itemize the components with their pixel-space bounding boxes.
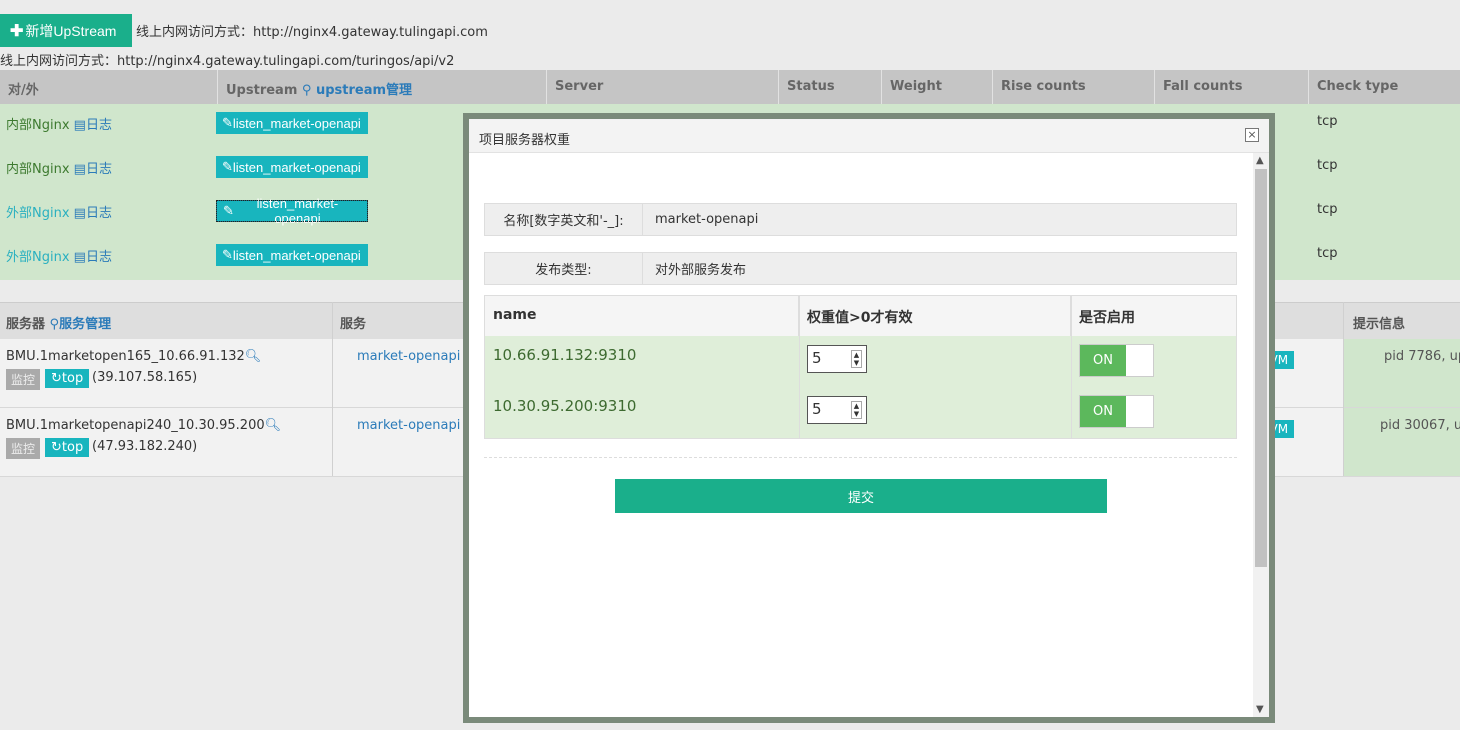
name-field: 名称[数字英文和'-_]: market-openapi [484, 203, 1237, 236]
check-type: tcp [1317, 246, 1338, 261]
server-weight-modal: 项目服务器权重 × 名称[数字英文和'-_]: market-openapi 发… [469, 119, 1269, 717]
list-icon: ▤ [73, 118, 86, 133]
server-address: 10.30.95.200:9310 [493, 397, 637, 415]
col-weight: Weight [882, 70, 993, 104]
col-server: Server [547, 70, 779, 104]
service-link[interactable]: market-openapi [357, 349, 460, 364]
edit-upstream-button[interactable]: ✎ listen_market-openapi [216, 196, 368, 226]
log-link[interactable]: 日志 [86, 206, 112, 221]
check-type: tcp [1317, 202, 1338, 217]
modal-scrollbar[interactable]: ▲ ▼ [1253, 153, 1269, 717]
hint-info: pid 30067, up [1344, 408, 1460, 476]
weight-table: name 权重值>0才有效 是否启用 10.66.91.132:9310 5 ▲ ▼… [484, 295, 1237, 439]
col-check: Check type [1317, 79, 1399, 94]
check-type: tcp [1317, 114, 1338, 129]
access-info-line1: 线上内网访问方式：http://nginx4.gateway.tulingapi… [136, 25, 488, 40]
col-server: 服务器 [6, 317, 46, 332]
name-input[interactable]: market-openapi [643, 204, 758, 235]
stepper-arrows-icon[interactable]: ▲ ▼ [851, 350, 862, 368]
col-rise: Rise counts [993, 70, 1155, 104]
add-upstream-button[interactable]: ✚ 新增UpStream [0, 14, 132, 47]
top-button[interactable]: ↻top [45, 438, 90, 457]
map-marker-icon: ⚲ [301, 83, 312, 98]
weight-stepper[interactable]: 5 ▲ ▼ [807, 396, 867, 424]
list-icon: ▤ [73, 162, 86, 177]
modal-title: 项目服务器权重 [469, 119, 1269, 153]
upstream-table-header: 对/外 Upstream ⚲ upstream管理 Server Status … [0, 70, 1460, 104]
table-row: 10.66.91.132:9310 5 ▲ ▼ ON [485, 336, 1236, 387]
col-upstream: Upstream ⚲ upstream管理 [218, 70, 547, 104]
scrollbar-thumb[interactable] [1255, 169, 1267, 567]
column-divider [332, 302, 333, 476]
col-status: Status [779, 70, 882, 104]
log-link[interactable]: 日志 [86, 250, 112, 265]
monitor-button[interactable]: 监控 [6, 438, 41, 459]
list-icon: ▤ [73, 206, 86, 221]
name-label: 名称[数字英文和'-_]: [485, 204, 643, 235]
search-icon[interactable]: 🔍︎ [265, 418, 282, 433]
close-icon[interactable]: × [1245, 128, 1259, 142]
modal-overlay-frame: 项目服务器权重 × 名称[数字英文和'-_]: market-openapi 发… [463, 113, 1275, 723]
weight-stepper[interactable]: 5 ▲ ▼ [807, 345, 867, 373]
column-divider [1343, 302, 1344, 476]
add-upstream-label: 新增UpStream [25, 22, 117, 39]
col-service: 服务 [340, 317, 367, 332]
table-row: 10.30.95.200:9310 5 ▲ ▼ ON [485, 387, 1236, 438]
server-address: 10.66.91.132:9310 [493, 346, 637, 364]
nginx-type[interactable]: 内部Nginx [6, 118, 70, 133]
pencil-icon: ✎ [223, 203, 234, 218]
edit-upstream-button[interactable]: ✎ listen_market-openapi [216, 244, 368, 266]
plus-icon: ✚ [10, 22, 24, 40]
publish-type-field: 发布类型: 对外部服务发布 [484, 252, 1237, 285]
nginx-type[interactable]: 内部Nginx [6, 162, 70, 177]
refresh-icon: ↻ [51, 371, 62, 386]
search-icon[interactable]: 🔍︎ [245, 349, 262, 364]
top-button[interactable]: ↻top [45, 369, 90, 388]
pencil-icon: ✎ [222, 159, 233, 174]
map-marker-icon: ⚲ [49, 317, 60, 332]
public-ip: (39.107.58.165) [92, 370, 198, 385]
enable-toggle[interactable]: ON [1079, 395, 1154, 428]
pencil-icon: ✎ [222, 115, 233, 130]
upstream-manage-link[interactable]: upstream管理 [316, 83, 412, 98]
col-hint: 提示信息 [1353, 317, 1406, 332]
publish-type-label: 发布类型: [485, 253, 643, 284]
scroll-up-icon[interactable]: ▲ [1256, 155, 1264, 166]
log-link[interactable]: 日志 [86, 118, 112, 133]
column-divider [1071, 296, 1072, 438]
nginx-type[interactable]: 外部Nginx [6, 250, 70, 265]
public-ip: (47.93.182.240) [92, 439, 198, 454]
weight-table-header: name 权重值>0才有效 是否启用 [485, 296, 1236, 336]
service-manage-link[interactable]: 服务管理 [59, 317, 111, 332]
column-divider [799, 296, 800, 438]
divider [484, 457, 1237, 458]
scroll-down-icon[interactable]: ▼ [1256, 704, 1264, 715]
stepper-arrows-icon[interactable]: ▲ ▼ [851, 401, 862, 419]
col-name: name [485, 296, 799, 336]
submit-button[interactable]: 提交 [615, 479, 1107, 513]
refresh-icon: ↻ [51, 440, 62, 455]
log-link[interactable]: 日志 [86, 162, 112, 177]
edit-upstream-button[interactable]: ✎ listen_market-openapi [216, 156, 368, 178]
monitor-button[interactable]: 监控 [6, 369, 41, 390]
hint-info: pid 7786, upt [1344, 339, 1460, 407]
col-fall: Fall counts [1155, 70, 1309, 104]
nginx-type[interactable]: 外部Nginx [6, 206, 70, 221]
server-name: BMU.1marketopenapi240_10.30.95.200 [6, 418, 265, 433]
server-name: BMU.1marketopen165_10.66.91.132 [6, 349, 245, 364]
col-weight: 权重值>0才有效 [799, 296, 1071, 336]
access-info-line2: 线上内网访问方式：http://nginx4.gateway.tulingapi… [0, 54, 455, 69]
pencil-icon: ✎ [222, 247, 233, 262]
col-enabled: 是否启用 [1079, 310, 1135, 326]
service-link[interactable]: market-openapi [357, 418, 460, 433]
list-icon: ▤ [73, 250, 86, 265]
col-inout: 对/外 [0, 70, 218, 104]
edit-upstream-button[interactable]: ✎ listen_market-openapi [216, 112, 368, 134]
enable-toggle[interactable]: ON [1079, 344, 1154, 377]
publish-type-value[interactable]: 对外部服务发布 [643, 253, 746, 284]
check-type: tcp [1317, 158, 1338, 173]
